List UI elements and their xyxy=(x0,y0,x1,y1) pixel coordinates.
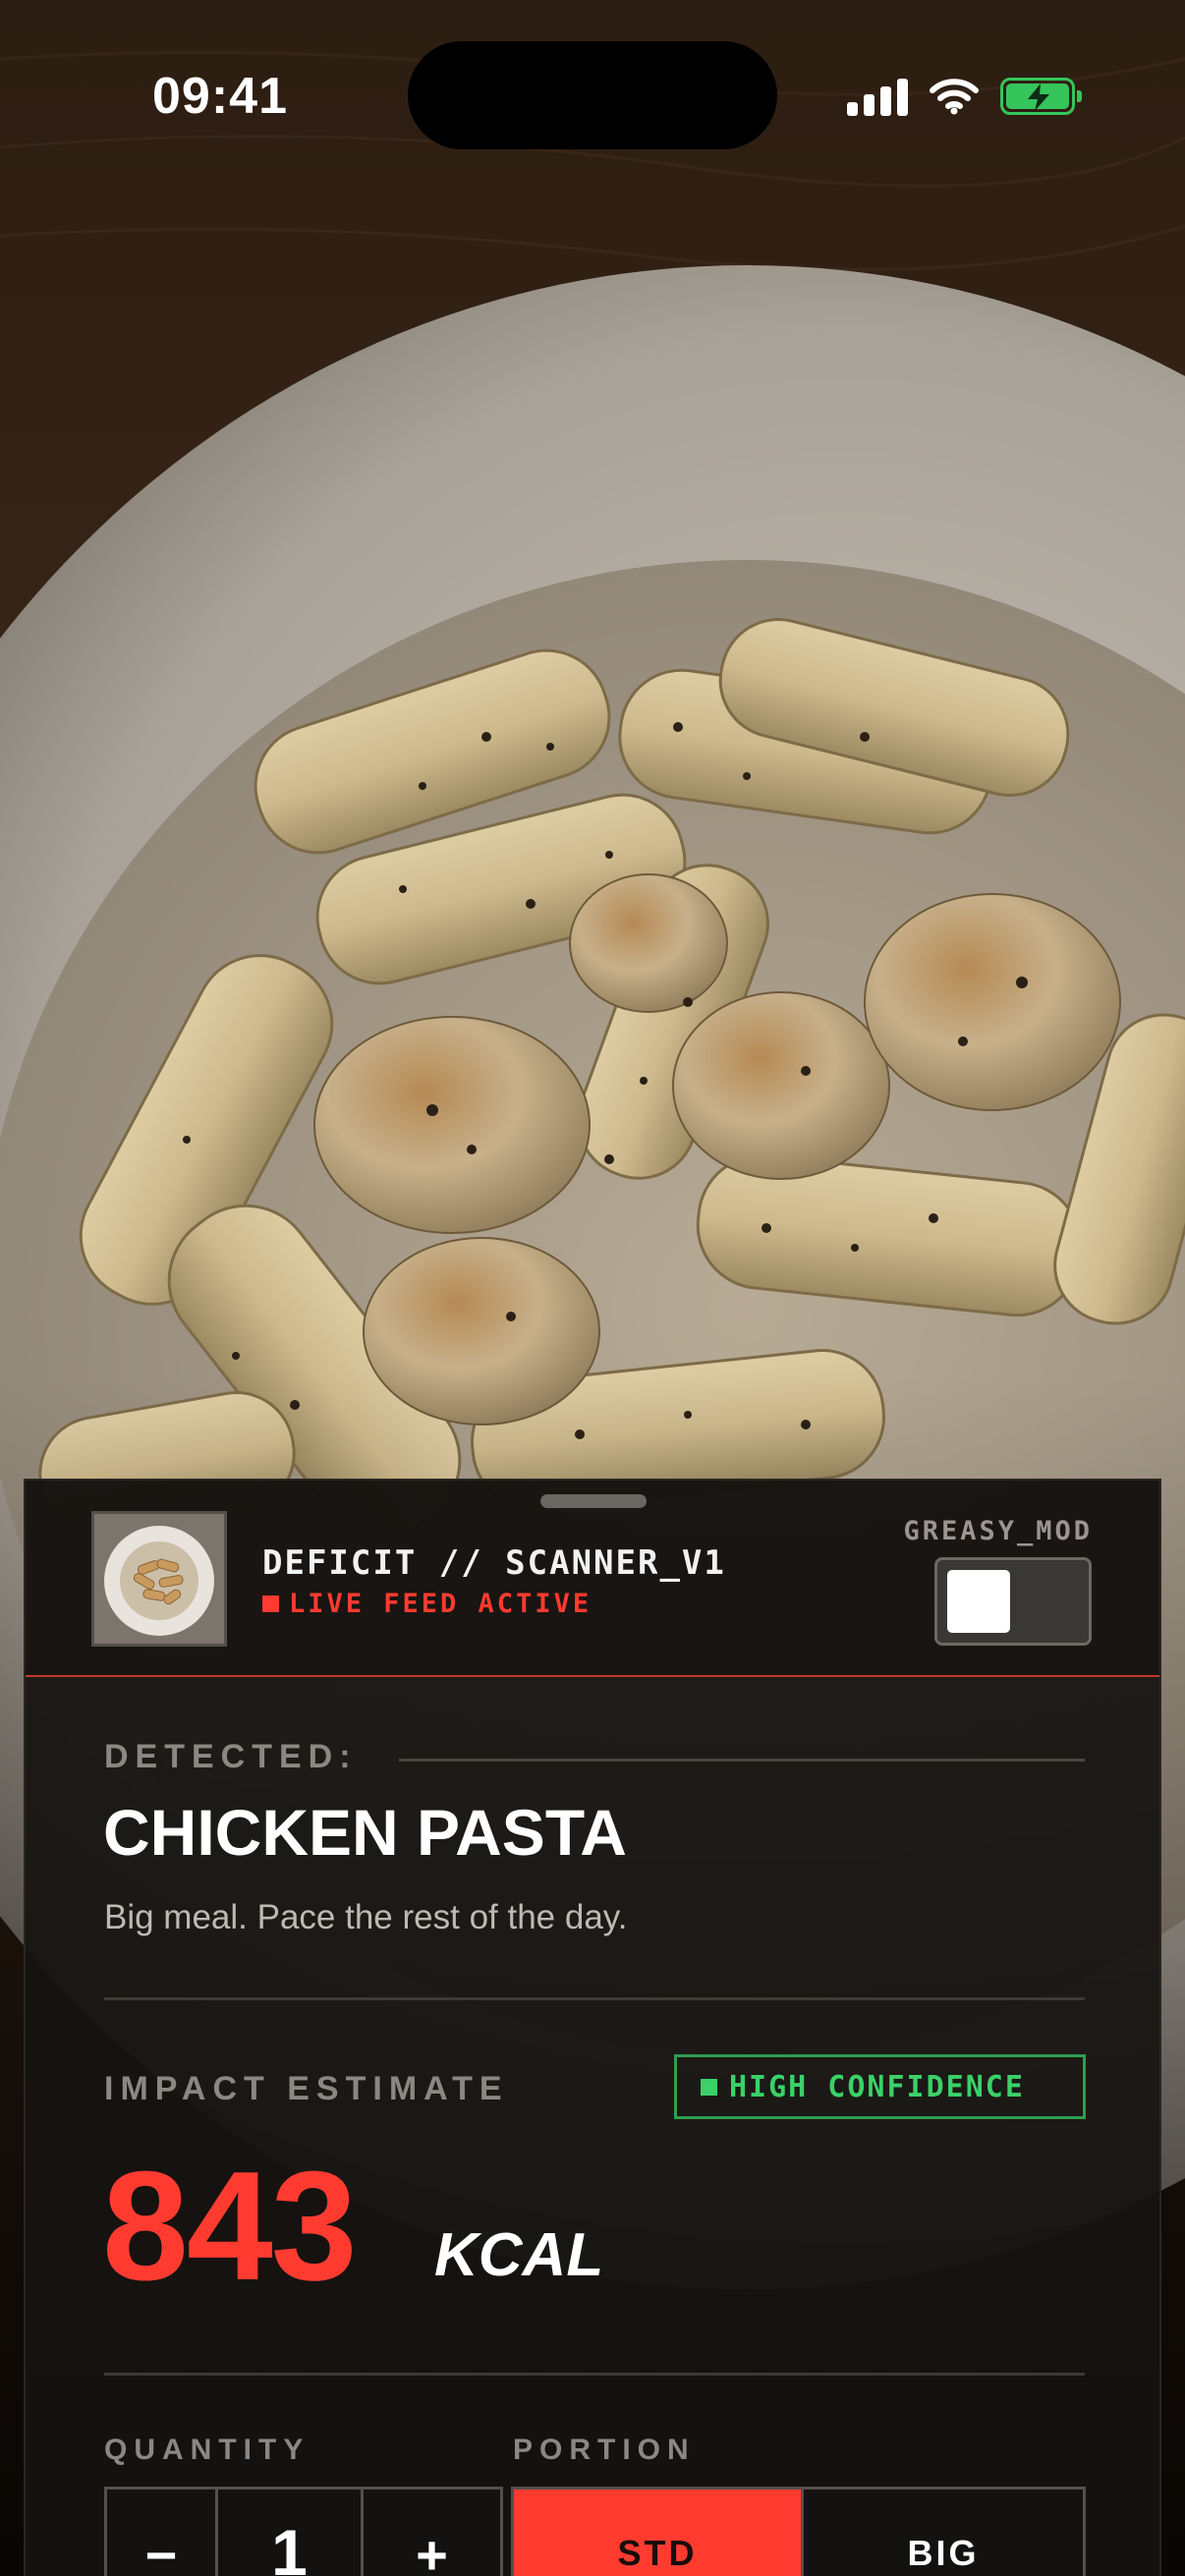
detected-food-name: CHICKEN PASTA xyxy=(103,1796,627,1869)
food-thumbnail[interactable] xyxy=(91,1511,227,1647)
scanner-header: DEFICIT // SCANNER_V1 LIVE FEED ACTIVE G… xyxy=(26,1481,1159,1677)
battery-charging-icon xyxy=(1000,78,1082,115)
cellular-signal-icon xyxy=(847,77,908,116)
quantity-decrement-button[interactable]: − xyxy=(107,2490,218,2576)
confidence-badge: HIGH CONFIDENCE xyxy=(674,2054,1086,2119)
divider xyxy=(104,2373,1085,2376)
greasy-mod-label: GREASY_MOD xyxy=(903,1516,1093,1546)
toggle-knob xyxy=(947,1570,1010,1633)
divider xyxy=(399,1759,1085,1762)
confidence-indicator-icon xyxy=(701,2078,717,2096)
plate-of-food-icon xyxy=(94,1514,224,1644)
portion-selector: STD BIG xyxy=(511,2487,1086,2576)
detected-label: DETECTED: xyxy=(104,1738,358,1775)
quantity-increment-button[interactable]: + xyxy=(364,2490,500,2576)
confidence-text: HIGH CONFIDENCE xyxy=(729,2069,1025,2104)
quantity-value: 1 xyxy=(218,2490,364,2576)
calorie-unit: KCAL xyxy=(434,2221,604,2289)
scanner-title: DEFICIT // SCANNER_V1 xyxy=(262,1543,726,1583)
scan-result-panel: DEFICIT // SCANNER_V1 LIVE FEED ACTIVE G… xyxy=(24,1479,1161,2576)
status-time: 09:41 xyxy=(152,68,288,125)
live-status: LIVE FEED ACTIVE xyxy=(262,1589,592,1619)
dynamic-island xyxy=(408,41,777,149)
greasy-mod-toggle[interactable] xyxy=(934,1557,1092,1646)
portion-std-button[interactable]: STD xyxy=(514,2490,801,2576)
quantity-label: QUANTITY xyxy=(104,2434,310,2466)
live-status-text: LIVE FEED ACTIVE xyxy=(289,1589,592,1619)
status-icons xyxy=(847,73,1082,120)
food-description: Big meal. Pace the rest of the day. xyxy=(104,1898,628,1936)
drag-handle[interactable] xyxy=(540,1494,647,1508)
scanner-screen: 09:41 DEFICIT // SCANNER_V1 LIVE FEED AC… xyxy=(0,0,1185,2576)
divider xyxy=(104,1997,1085,2000)
portion-label: PORTION xyxy=(513,2434,696,2466)
quantity-stepper: − 1 + xyxy=(104,2487,503,2576)
live-indicator-icon xyxy=(262,1596,279,1612)
portion-big-button[interactable]: BIG xyxy=(801,2490,1083,2576)
calorie-value: 843 xyxy=(102,2140,358,2313)
impact-estimate-label: IMPACT ESTIMATE xyxy=(104,2070,509,2107)
wifi-icon xyxy=(930,79,979,115)
